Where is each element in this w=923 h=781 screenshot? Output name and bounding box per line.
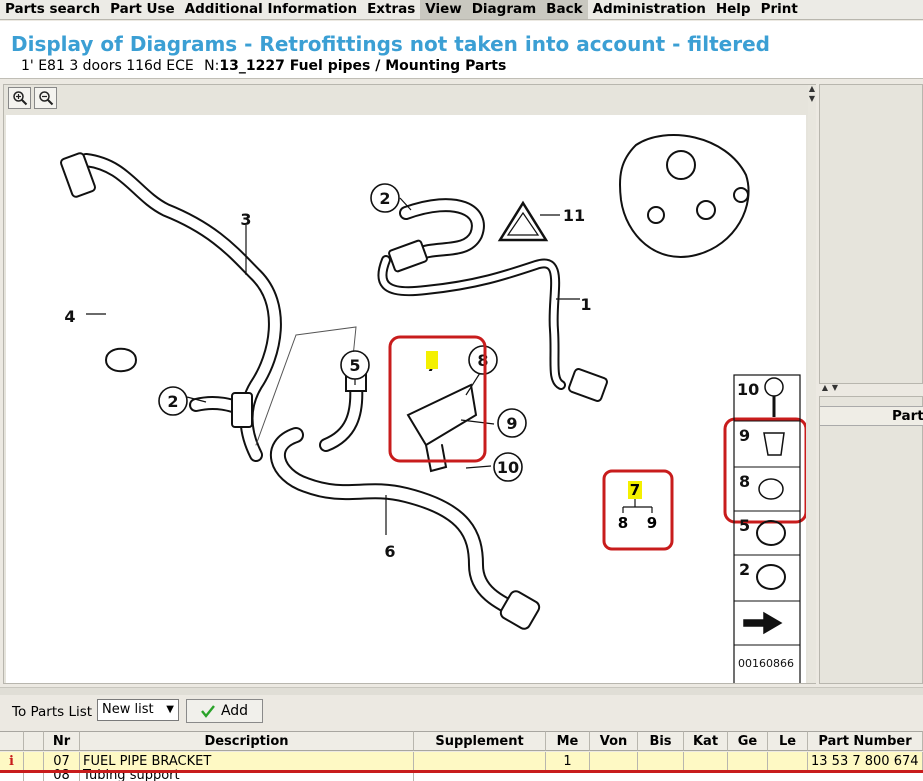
to-parts-list-label: To Parts List bbox=[12, 704, 93, 720]
inset-number-9: 9 bbox=[647, 514, 657, 532]
subtitle: 1' E81 3 doors 116d ECE N:13_1227 Fuel p… bbox=[21, 58, 506, 74]
selected-row-marker bbox=[0, 770, 923, 773]
parts-table: Nr Description Supplement Me Von Bis Kat… bbox=[0, 731, 923, 781]
callout-11[interactable]: 11 bbox=[563, 206, 585, 225]
right-table-header: Part bbox=[820, 406, 923, 426]
cell-description: Tubing support bbox=[80, 766, 414, 781]
info-icon[interactable]: i bbox=[0, 752, 24, 772]
column-header-nr[interactable]: Nr bbox=[44, 731, 80, 751]
callout-6[interactable]: 6 bbox=[384, 542, 395, 561]
callout-2[interactable]: 2 bbox=[167, 392, 178, 411]
callout-4[interactable]: 4 bbox=[64, 307, 75, 326]
group-prefix: N: bbox=[204, 58, 220, 74]
split-down-arrow[interactable]: ▼ bbox=[831, 384, 839, 392]
inset-number-8: 8 bbox=[618, 514, 628, 532]
cell-supplement bbox=[414, 752, 546, 772]
legend-number-10: 10 bbox=[737, 380, 759, 399]
callout-9[interactable]: 9 bbox=[506, 414, 517, 433]
cell-bis bbox=[638, 752, 684, 772]
inset-group: 7 8 9 bbox=[618, 481, 657, 532]
cell-kat bbox=[684, 752, 728, 772]
menu-print[interactable]: Print bbox=[756, 0, 803, 19]
vehicle-label: 1' E81 3 doors 116d ECE bbox=[21, 58, 194, 74]
callout-3[interactable]: 3 bbox=[240, 210, 251, 229]
checkmark-icon bbox=[201, 705, 215, 718]
zoom-toolbar bbox=[8, 87, 57, 111]
cell-nr: 08 bbox=[44, 766, 80, 781]
parts-list-select-value: New list bbox=[102, 702, 154, 717]
diagram-panel: 12234567891011 7 8 9 bbox=[3, 84, 816, 686]
callout-8[interactable]: 8 bbox=[477, 351, 488, 370]
cell-part-number: 13 53 7 800 674 bbox=[808, 752, 923, 772]
diagram-scrollbar[interactable]: ▲ ▼ bbox=[808, 85, 816, 683]
right-column-part: Part bbox=[892, 408, 923, 424]
menu-view[interactable]: View bbox=[420, 0, 467, 19]
cell-ge bbox=[728, 752, 768, 772]
right-top-panel bbox=[819, 84, 923, 384]
zoom-out-icon bbox=[38, 91, 53, 106]
column-header-description[interactable]: Description bbox=[80, 731, 414, 751]
diagram-canvas[interactable]: 12234567891011 7 8 9 bbox=[6, 115, 808, 686]
menu-help[interactable]: Help bbox=[711, 0, 756, 19]
menu-administration[interactable]: Administration bbox=[588, 0, 711, 19]
menu-diagram[interactable]: Diagram bbox=[466, 0, 542, 19]
chevron-down-icon: ▼ bbox=[166, 704, 174, 715]
column-header-kat[interactable]: Kat bbox=[684, 731, 728, 751]
cell-info bbox=[0, 773, 24, 781]
cell-blank bbox=[24, 752, 44, 772]
parts-list-toolbar: To Parts List New list ▼ Add bbox=[0, 696, 923, 728]
column-header-ge[interactable]: Ge bbox=[728, 731, 768, 751]
bracket-tag-7 bbox=[426, 351, 438, 369]
table-header-row: Nr Description Supplement Me Von Bis Kat… bbox=[0, 731, 923, 751]
add-button-label: Add bbox=[220, 703, 249, 719]
column-header-me[interactable]: Me bbox=[546, 731, 590, 751]
column-header-bis[interactable]: Bis bbox=[638, 731, 684, 751]
menu-back[interactable]: Back bbox=[541, 0, 588, 19]
highlight-box-legend bbox=[723, 417, 808, 524]
legend-number-5: 5 bbox=[739, 516, 750, 535]
column-header-supplement[interactable]: Supplement bbox=[414, 731, 546, 751]
right-splitter[interactable]: ▲ ▼ bbox=[819, 384, 923, 394]
table-row[interactable]: 08 Tubing support bbox=[0, 766, 923, 781]
zoom-in-button[interactable] bbox=[8, 87, 31, 109]
cell-blank bbox=[24, 773, 44, 781]
menu-part-use[interactable]: Part Use bbox=[105, 0, 180, 19]
cell-le bbox=[768, 752, 808, 772]
legend-number-2: 2 bbox=[739, 560, 750, 579]
callout-2[interactable]: 2 bbox=[379, 189, 390, 208]
zoom-out-button[interactable] bbox=[34, 87, 57, 109]
cell-me: 1 bbox=[546, 752, 590, 772]
menu-bar: Parts search Part Use Additional Informa… bbox=[0, 0, 923, 20]
menu-extras[interactable]: Extras bbox=[362, 0, 420, 19]
callout-10[interactable]: 10 bbox=[497, 458, 519, 477]
column-header-von[interactable]: Von bbox=[590, 731, 638, 751]
legend-number-9: 9 bbox=[739, 426, 750, 445]
add-button[interactable]: Add bbox=[186, 699, 263, 723]
cell-von bbox=[590, 752, 638, 772]
right-bottom-panel: Part bbox=[819, 396, 923, 684]
scroll-up-arrow[interactable]: ▲ bbox=[808, 85, 816, 93]
diagram-id: 00160866 bbox=[738, 657, 794, 670]
page-title: Display of Diagrams - Retrofittings not … bbox=[11, 32, 770, 56]
group-label: 13_1227 Fuel pipes / Mounting Parts bbox=[219, 58, 507, 74]
menu-additional-information[interactable]: Additional Information bbox=[180, 0, 362, 19]
column-header-le[interactable]: Le bbox=[768, 731, 808, 751]
scroll-down-arrow[interactable]: ▼ bbox=[808, 95, 816, 103]
menu-parts-search[interactable]: Parts search bbox=[0, 0, 105, 19]
callout-5[interactable]: 5 bbox=[349, 356, 360, 375]
zoom-in-icon bbox=[12, 91, 27, 106]
split-up-arrow[interactable]: ▲ bbox=[821, 384, 829, 392]
parts-list-select[interactable]: New list ▼ bbox=[97, 699, 179, 721]
column-header-blank bbox=[24, 731, 44, 751]
column-header-part-number[interactable]: Part Number bbox=[808, 731, 923, 751]
parts-diagram: 12234567891011 7 8 9 bbox=[60, 134, 808, 686]
inset-number-7: 7 bbox=[630, 481, 640, 499]
horizontal-splitter[interactable] bbox=[0, 687, 923, 695]
column-header-info bbox=[0, 731, 24, 751]
title-area: Display of Diagrams - Retrofittings not … bbox=[0, 21, 923, 79]
callout-1[interactable]: 1 bbox=[580, 295, 591, 314]
legend-number-8: 8 bbox=[739, 472, 750, 491]
